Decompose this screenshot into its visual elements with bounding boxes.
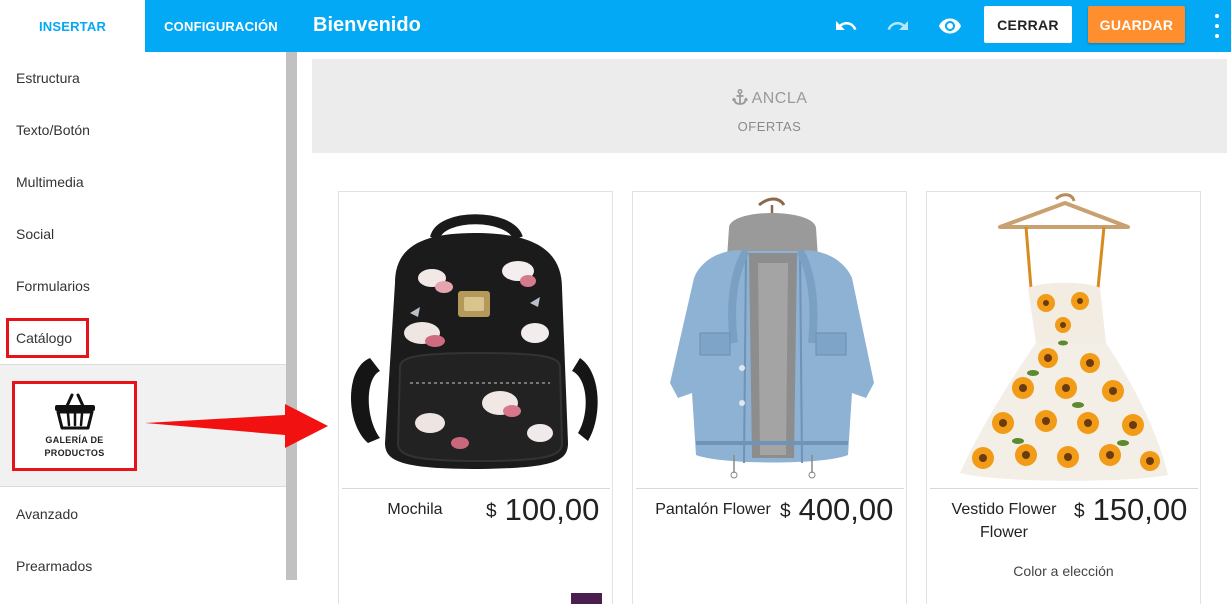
card-divider (930, 488, 1198, 489)
sidebar: INSERTAR CONFIGURACIÓN Estructura Texto/… (0, 0, 297, 604)
product-image[interactable] (928, 193, 1199, 487)
price-amount: 400,00 (798, 492, 894, 527)
shopping-basket-icon (54, 393, 95, 430)
color-swatch[interactable] (571, 593, 602, 604)
product-image[interactable] (340, 193, 611, 487)
save-button[interactable]: GUARDAR (1088, 6, 1185, 43)
anchor-block[interactable]: ANCLA OFERTAS (312, 59, 1227, 153)
sidebar-item-formularios[interactable]: Formularios (0, 260, 286, 312)
close-button[interactable]: CERRAR (984, 6, 1072, 43)
sidebar-item-label: Texto/Botón (16, 122, 90, 138)
sidebar-item-label: Multimedia (16, 174, 84, 190)
undo-icon[interactable] (832, 12, 860, 40)
sidebar-scrollbar[interactable] (286, 52, 297, 580)
price-amount: 150,00 (1092, 492, 1188, 527)
sidebar-item-avanzado[interactable]: Avanzado (0, 488, 286, 540)
price-currency: $ (486, 501, 497, 522)
product-name: Pantalón Flower (655, 501, 771, 518)
product-option[interactable]: Color a elección (927, 563, 1200, 579)
eye-icon[interactable] (936, 12, 964, 40)
redo-icon[interactable] (884, 12, 912, 40)
tab-configuracion[interactable]: CONFIGURACIÓN (145, 0, 297, 52)
product-price: $150,00 (1074, 492, 1187, 528)
anchor-icon (731, 88, 748, 105)
anchor-title-text: ANCLA (751, 90, 808, 107)
product-price: $400,00 (780, 492, 893, 528)
product-card[interactable]: Mochila $100,00 (338, 191, 613, 604)
sidebar-item-texto-boton[interactable]: Texto/Botón (0, 104, 286, 156)
product-image[interactable] (634, 193, 905, 487)
product-name: Vestido Flower Flower (951, 501, 1057, 541)
product-name: Mochila (387, 501, 443, 518)
more-vertical-icon[interactable] (1211, 14, 1223, 38)
editor-canvas: ANCLA OFERTAS Mochila $ 100,00 Pantalón … (297, 52, 1231, 604)
sidebar-menu: Estructura Texto/Botón Multimedia Social… (0, 52, 286, 604)
page-title: Bienvenido (313, 14, 421, 36)
sidebar-item-multimedia[interactable]: Multimedia (0, 156, 286, 208)
product-card[interactable]: Pantalón Flower $400,00 (632, 191, 907, 604)
catalogo-highlight (6, 318, 89, 358)
card-divider (636, 488, 904, 489)
sidebar-item-label: Social (16, 226, 55, 242)
sidebar-item-social[interactable]: Social (0, 208, 286, 260)
price-currency: $ (1074, 501, 1085, 522)
anchor-subtitle: OFERTAS (737, 119, 802, 134)
sidebar-item-prearmados[interactable]: Prearmados (0, 540, 286, 592)
sidebar-item-estructura[interactable]: Estructura (0, 52, 286, 104)
price-currency: $ (780, 501, 791, 522)
sidebar-item-label: Estructura (16, 70, 80, 86)
anchor-title: ANCLA (312, 88, 1227, 108)
sidebar-item-label: Formularios (16, 278, 90, 294)
annotation-arrow (145, 404, 328, 448)
tab-insertar[interactable]: INSERTAR (0, 0, 145, 52)
price-amount: 100,00 (504, 492, 600, 527)
product-gallery-tool[interactable]: GALERÍA DE PRODUCTOS (12, 381, 137, 471)
sidebar-item-label: Prearmados (16, 558, 93, 574)
product-gallery-label: GALERÍA DE PRODUCTOS (44, 435, 105, 458)
card-divider (342, 488, 610, 489)
top-bar: Bienvenido CERRAR GUARDAR (297, 0, 1231, 52)
product-price: $100,00 (486, 492, 599, 528)
product-card[interactable]: Vestido Flower Flower $150,00 Color a el… (926, 191, 1201, 604)
sidebar-item-label: Avanzado (16, 506, 79, 522)
editor-app: INSERTAR CONFIGURACIÓN Estructura Texto/… (0, 0, 1231, 604)
sidebar-tabs: INSERTAR CONFIGURACIÓN (0, 0, 297, 52)
